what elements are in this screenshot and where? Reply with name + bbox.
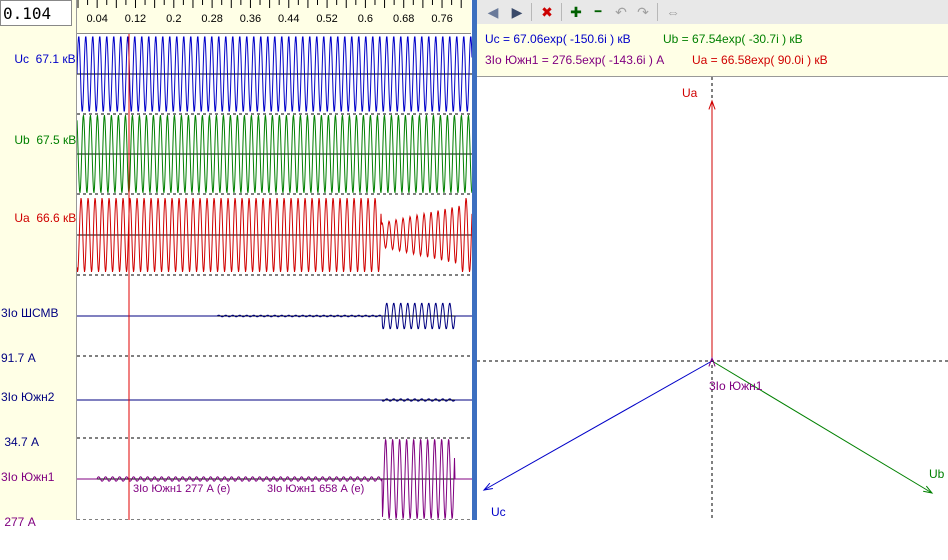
ruler-tick-label: 0.36 bbox=[240, 13, 261, 25]
channel-label-3io-yuzhn2-name: 3Io Южн2 bbox=[1, 390, 55, 404]
vector-label-uc: Uc bbox=[491, 505, 506, 519]
ruler-tick-label: 0.44 bbox=[278, 13, 299, 25]
formula-uc: Uc = 67.06exp( -150.6i ) кВ bbox=[485, 32, 631, 46]
toolbar-separator bbox=[561, 3, 562, 21]
ruler-tick-label: 0.28 bbox=[201, 13, 222, 25]
channel-label-uc-text: Uc 67.1 кВ bbox=[14, 52, 76, 66]
vector-label-ub: Ub bbox=[929, 467, 945, 481]
phasor-formula-panel: Uc = 67.06exp( -150.6i ) кВ Ub = 67.54ex… bbox=[477, 24, 948, 77]
vector-uc-head bbox=[482, 482, 493, 491]
ruler-tick-label: 0.12 bbox=[125, 13, 146, 25]
next-arrow-icon[interactable]: ▶ bbox=[507, 2, 527, 22]
toolbar-separator bbox=[657, 3, 658, 21]
oscillogram-annotation: 3Io Южн1 277 А (e) bbox=[133, 483, 230, 495]
channel-label-3io-yuzhn1-value: 277 А bbox=[1, 515, 36, 529]
prev-arrow-icon[interactable]: ◀ bbox=[483, 2, 503, 22]
fit-width-icon[interactable]: ⇔ bbox=[663, 2, 683, 22]
toolbar-separator bbox=[531, 3, 532, 21]
channel-label-3io-shsmv-name: 3Io ШСМВ bbox=[1, 306, 59, 320]
ruler-tick-label: 0.2 bbox=[166, 13, 181, 25]
cursor-time-display[interactable]: 0.104 bbox=[0, 0, 72, 26]
channel-label-ua-text: Ua 66.6 кВ bbox=[14, 211, 77, 225]
oscillogram-area[interactable]: 3Io Южн1 277 А (e) 3Io Южн1 658 А (e) bbox=[77, 34, 472, 520]
ruler-tick-label: 0.04 bbox=[86, 13, 107, 25]
undo-icon[interactable]: ↶ bbox=[611, 2, 631, 22]
channel-label-ub-text: Ub 67.5 кВ bbox=[14, 133, 77, 147]
vector-label-ua: Ua bbox=[682, 86, 698, 100]
vector-ub-head bbox=[923, 485, 934, 494]
remove-icon[interactable]: ━ bbox=[588, 2, 608, 22]
time-ruler[interactable]: 0.04 0.12 0.2 0.28 0.36 0.44 0.52 0.6 0.68 0.76 bbox=[77, 0, 471, 34]
channel-label-panel: 0.104 Uc 67.1 кВ Ub 67.5 кВ Ua 66.6 кВ 3… bbox=[0, 0, 77, 529]
channel-label-ua[interactable]: Ua 66.6 кВ bbox=[1, 196, 76, 241]
formula-3io-yuzhn1: 3Io Южн1 = 276.5exp( -143.6i ) А bbox=[485, 53, 665, 67]
formula-ub: Ub = 67.54exp( -30.7i ) кВ bbox=[663, 32, 803, 46]
channel-label-3io-yuzhn1[interactable]: 3Io Южн1 277 А bbox=[1, 440, 54, 560]
add-icon[interactable]: ✚ bbox=[566, 2, 586, 22]
ruler-tick-label: 0.68 bbox=[393, 13, 414, 25]
formula-ua: Ua = 66.58exp( 90.0i ) кВ bbox=[692, 53, 828, 67]
vector-label-3io-yuzhn1: 3Io Южн1 bbox=[709, 379, 763, 393]
channel-label-3io-yuzhn1-name: 3Io Южн1 bbox=[1, 470, 55, 484]
vector-uc bbox=[483, 360, 713, 491]
ruler-tick-label: 0.52 bbox=[316, 13, 337, 25]
delete-icon[interactable]: ✖ bbox=[537, 2, 557, 22]
ruler-tick-label: 0.76 bbox=[431, 13, 452, 25]
channel-label-ub[interactable]: Ub 67.5 кВ bbox=[1, 118, 76, 163]
vector-diagram[interactable]: Ua Ub Uc 3Io Южн1 bbox=[477, 77, 948, 520]
redo-icon[interactable]: ↷ bbox=[633, 2, 653, 22]
ruler-tick-label: 0.6 bbox=[358, 13, 373, 25]
waveform-3io-yuzhn2 bbox=[77, 398, 472, 402]
channel-label-uc[interactable]: Uc 67.1 кВ bbox=[1, 37, 76, 82]
vector-toolbar: ◀ ▶ ✖ ✚ ━ ↶ ↷ ⇔ bbox=[477, 0, 948, 25]
oscillogram-annotation: 3Io Южн1 658 А (e) bbox=[267, 483, 364, 495]
